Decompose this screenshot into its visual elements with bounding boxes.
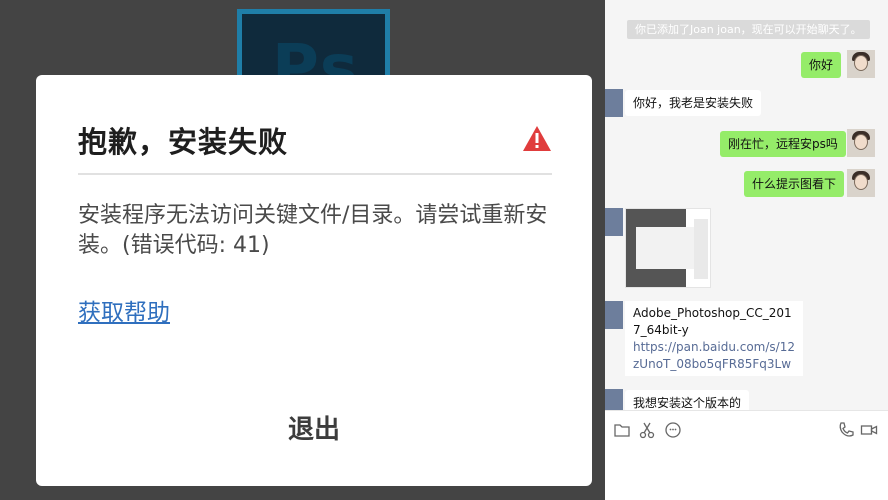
get-help-link[interactable]: 获取帮助 [78, 293, 170, 327]
install-error-dialog: 抱歉，安装失败 安装程序无法访问关键文件/目录。请尝试重新安装。(错误代码: 4… [36, 75, 592, 486]
chat-panel: 你已添加了Joan joan，现在可以开始聊天了。 你好 你好，我老是安装失败 … [605, 0, 888, 500]
scissors-icon[interactable] [638, 421, 656, 439]
video-icon[interactable] [860, 421, 878, 439]
emoji-icon[interactable] [664, 421, 682, 439]
my-avatar[interactable] [847, 50, 875, 78]
message-bubble-out[interactable]: 什么提示图看下 [744, 171, 845, 197]
system-note: 你已添加了Joan joan，现在可以开始聊天了。 [627, 20, 870, 39]
file-name: Adobe_Photoshop_CC_2017_64bit-y [633, 306, 792, 337]
quit-button[interactable]: 退出 [266, 405, 362, 449]
file-link-message[interactable]: Adobe_Photoshop_CC_2017_64bit-y https://… [625, 301, 803, 376]
message-bubble-out[interactable]: 刚在忙，远程安ps吗 [720, 131, 846, 157]
warning-icon [523, 126, 551, 151]
my-avatar[interactable] [847, 169, 875, 197]
screenshot-image-message[interactable] [625, 208, 711, 288]
folder-icon[interactable] [613, 421, 631, 439]
installer-background: Ps 抱歉，安装失败 安装程序无法访问关键文件/目录。请尝试重新安装。(错误代码… [0, 0, 605, 500]
phone-icon[interactable] [837, 421, 855, 439]
chat-message-list[interactable]: 你已添加了Joan joan，现在可以开始聊天了。 你好 你好，我老是安装失败 … [605, 0, 888, 410]
message-bubble-in[interactable]: 我想安装这个版本的 [625, 390, 750, 410]
share-link[interactable]: https://pan.baidu.com/s/12zUnoT_08bo5qFR… [633, 339, 795, 373]
contact-avatar[interactable] [605, 301, 623, 329]
my-avatar[interactable] [847, 129, 875, 157]
dialog-divider [78, 173, 552, 175]
contact-avatar[interactable] [605, 89, 623, 117]
dialog-title: 抱歉，安装失败 [78, 125, 289, 159]
contact-avatar[interactable] [605, 389, 623, 410]
message-bubble-out[interactable]: 你好 [801, 52, 842, 78]
message-bubble-in[interactable]: 你好，我老是安装失败 [625, 90, 762, 116]
contact-avatar[interactable] [605, 208, 623, 236]
error-message: 安装程序无法访问关键文件/目录。请尝试重新安装。(错误代码: 41) [78, 203, 548, 258]
chat-input-area[interactable] [605, 410, 888, 500]
